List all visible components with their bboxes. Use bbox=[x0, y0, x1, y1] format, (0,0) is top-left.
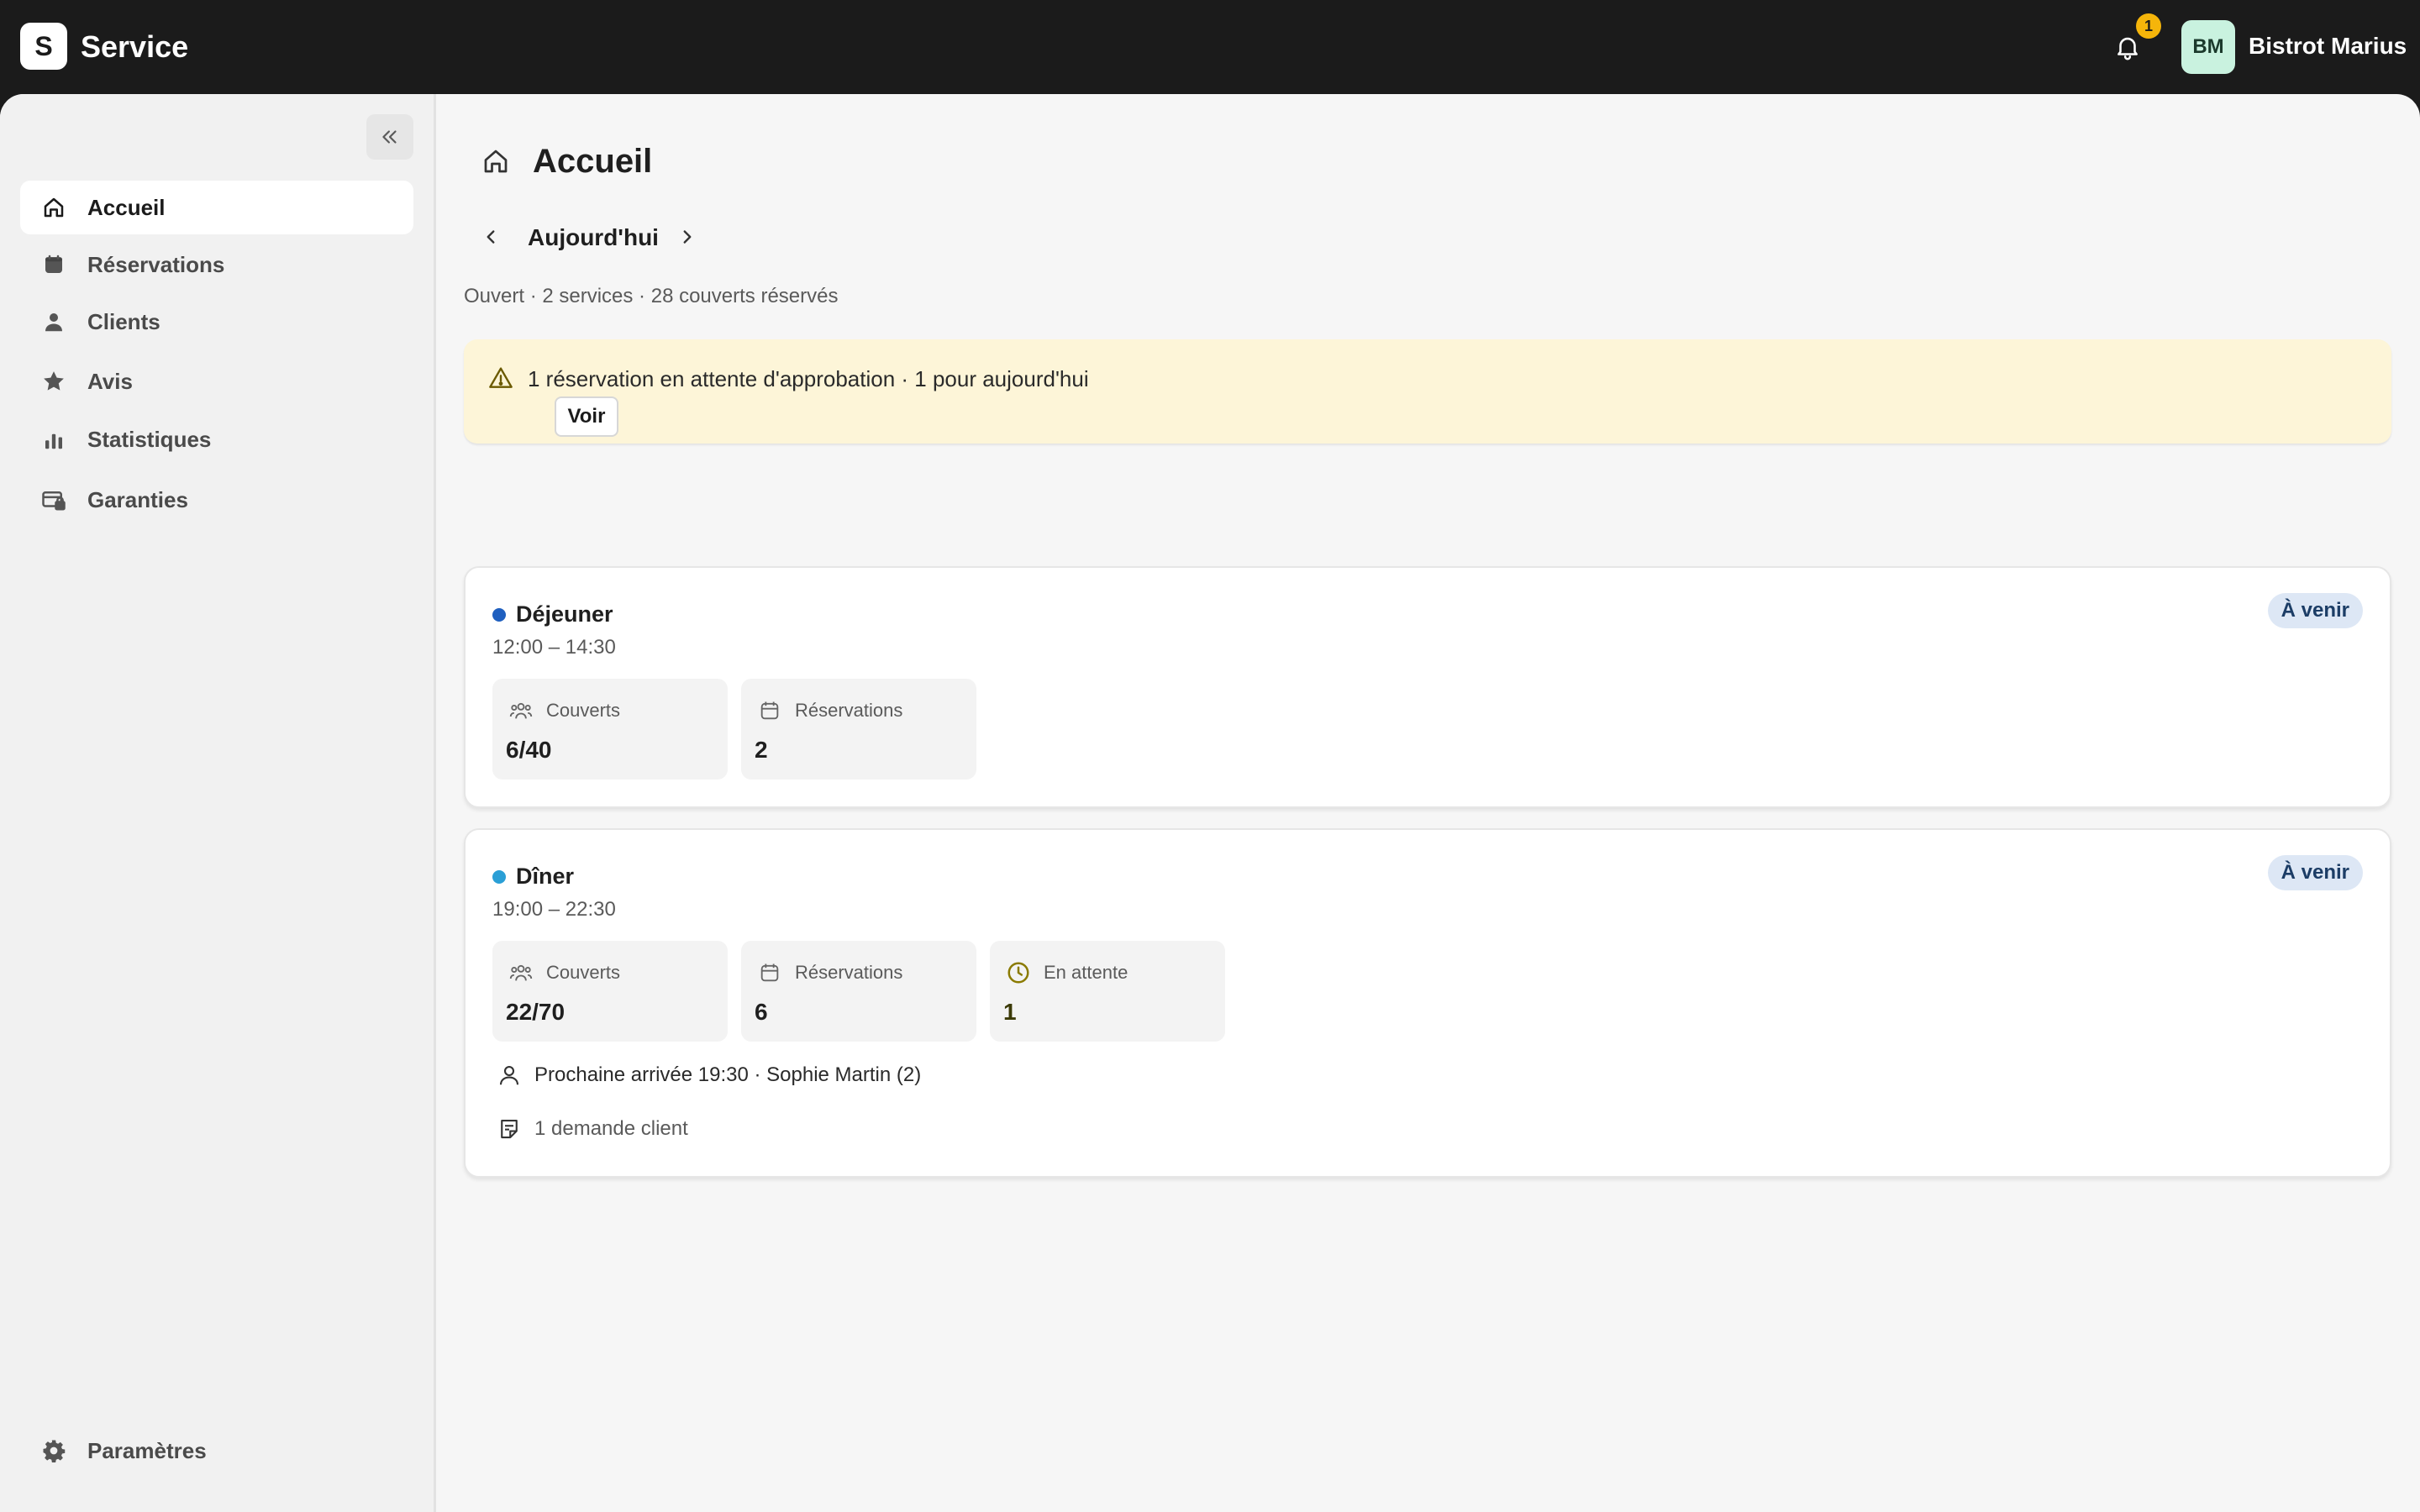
service-card-dejeuner[interactable]: Déjeuner 12:00 – 14:30 À venir Couverts … bbox=[464, 566, 2391, 808]
bell-icon bbox=[2118, 37, 2138, 60]
service-time: 19:00 – 22:30 bbox=[492, 898, 616, 921]
stat-value: 6 bbox=[755, 999, 768, 1025]
account-name[interactable]: Bistrot Marius bbox=[2249, 32, 2407, 60]
service-time: 12:00 – 14:30 bbox=[492, 636, 616, 659]
alert-message: 1 réservation en attente d'approbation ·… bbox=[528, 366, 1089, 391]
note-icon bbox=[496, 1116, 523, 1142]
sidebar-item-statistiques[interactable]: Statistiques bbox=[20, 412, 413, 466]
status-badge: À venir bbox=[2267, 593, 2363, 628]
sidebar-item-label: Réservations bbox=[87, 251, 225, 277]
sidebar: Accueil Réservations Clients Avis Statis bbox=[0, 94, 436, 1512]
content-shell: Accueil Réservations Clients Avis Statis bbox=[0, 94, 2420, 1512]
bar-chart-icon bbox=[40, 426, 67, 453]
sidebar-item-garanties[interactable]: Garanties bbox=[20, 473, 413, 527]
service-card-diner[interactable]: Dîner 19:00 – 22:30 À venir Couverts 22/… bbox=[464, 828, 2391, 1178]
next-day-button[interactable] bbox=[672, 222, 702, 252]
main-content: Accueil Aujourd'hui Ouvert · 2 services … bbox=[439, 94, 2420, 1512]
sidebar-item-accueil[interactable]: Accueil bbox=[20, 181, 413, 234]
stat-label: Réservations bbox=[795, 962, 903, 983]
sidebar-item-label: Paramètres bbox=[87, 1437, 207, 1463]
home-icon bbox=[40, 194, 67, 221]
warning-icon bbox=[489, 367, 513, 388]
page-title: Accueil bbox=[533, 143, 653, 180]
person-icon bbox=[40, 308, 67, 335]
calendar-icon bbox=[756, 697, 783, 724]
stat-covers: Couverts 22/70 bbox=[492, 941, 728, 1042]
clock-icon bbox=[1005, 959, 1032, 986]
current-date-label[interactable]: Aujourd'hui bbox=[528, 223, 659, 252]
sidebar-item-label: Garanties bbox=[87, 486, 188, 512]
status-badge: À venir bbox=[2267, 855, 2363, 890]
app-title[interactable]: Service bbox=[81, 29, 188, 66]
avatar[interactable]: BM bbox=[2181, 20, 2235, 74]
day-summary: Ouvert · 2 services · 28 couverts réserv… bbox=[464, 285, 839, 307]
people-icon bbox=[508, 959, 534, 986]
people-icon bbox=[508, 697, 534, 724]
sidebar-item-parametres[interactable]: Paramètres bbox=[20, 1424, 413, 1478]
service-color-dot bbox=[492, 608, 506, 622]
view-pending-button[interactable]: Voir bbox=[555, 396, 618, 437]
next-arrival-row: Prochaine arrivée 19:30 · Sophie Martin … bbox=[496, 1060, 921, 1090]
home-icon bbox=[484, 150, 508, 173]
pending-approval-alert: 1 réservation en attente d'approbation ·… bbox=[464, 339, 2391, 444]
stat-reservations: Réservations 6 bbox=[741, 941, 976, 1042]
collapse-sidebar-button[interactable] bbox=[366, 114, 413, 160]
stat-covers: Couverts 6/40 bbox=[492, 679, 728, 780]
stat-value: 6/40 bbox=[506, 737, 552, 763]
next-arrival-text: Prochaine arrivée 19:30 · Sophie Martin … bbox=[534, 1063, 922, 1086]
calendar-icon bbox=[40, 251, 67, 278]
top-bar: S Service 1 BM Bistrot Marius bbox=[0, 0, 2420, 94]
card-lock-icon bbox=[40, 486, 67, 513]
client-requests-row: 1 demande client bbox=[496, 1114, 688, 1144]
sidebar-item-avis[interactable]: Avis bbox=[20, 354, 413, 408]
stat-label: Couverts bbox=[546, 700, 621, 721]
sidebar-item-label: Statistiques bbox=[87, 426, 212, 452]
previous-day-button[interactable] bbox=[476, 222, 506, 252]
stat-value: 2 bbox=[755, 737, 768, 763]
client-requests-text: 1 demande client bbox=[534, 1117, 688, 1140]
sidebar-item-label: Avis bbox=[87, 368, 133, 394]
person-outline-icon bbox=[496, 1062, 523, 1089]
chevron-left-icon bbox=[487, 230, 495, 244]
service-color-dot bbox=[492, 870, 506, 884]
app-logo[interactable]: S bbox=[20, 23, 67, 70]
sidebar-item-label: Clients bbox=[87, 308, 160, 334]
chevron-right-icon bbox=[683, 230, 692, 244]
app-logo-letter: S bbox=[34, 30, 53, 61]
stat-label: Couverts bbox=[546, 962, 621, 983]
stat-reservations: Réservations 2 bbox=[741, 679, 976, 780]
stat-pending: En attente 1 bbox=[990, 941, 1225, 1042]
star-icon bbox=[40, 368, 67, 395]
stat-label: En attente bbox=[1044, 962, 1128, 983]
service-name: Déjeuner bbox=[516, 601, 613, 627]
stat-label: Réservations bbox=[795, 700, 903, 721]
double-chevron-left-icon bbox=[382, 130, 397, 144]
service-name: Dîner bbox=[516, 864, 575, 889]
sidebar-item-reservations[interactable]: Réservations bbox=[20, 238, 413, 291]
stat-value: 1 bbox=[1003, 999, 1017, 1025]
calendar-icon bbox=[756, 959, 783, 986]
stat-value: 22/70 bbox=[506, 999, 566, 1025]
gear-icon bbox=[40, 1437, 67, 1464]
notification-count-badge: 1 bbox=[2136, 13, 2161, 39]
sidebar-item-clients[interactable]: Clients bbox=[20, 295, 413, 349]
sidebar-item-label: Accueil bbox=[87, 194, 166, 220]
